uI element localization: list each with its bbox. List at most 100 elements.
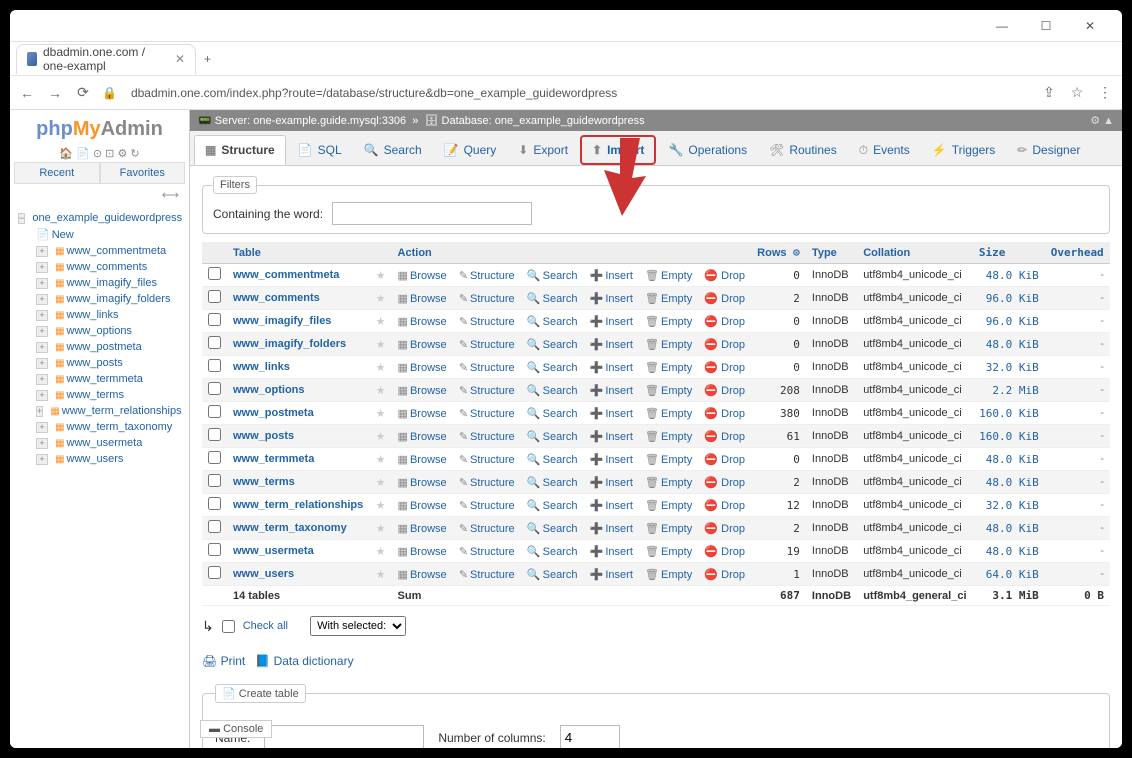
structure-link[interactable]: ✎Structure [459,477,515,489]
favorite-icon[interactable]: ★ [376,477,386,489]
close-button[interactable]: ✕ [1068,11,1112,41]
tab-export[interactable]: ⬇ Export [508,135,578,165]
tree-table[interactable]: + ▦ www_posts [32,355,185,371]
empty-link[interactable]: 🗑Empty [645,546,692,558]
tree-table[interactable]: + ▦ www_commentmeta [32,243,185,259]
empty-link[interactable]: 🗑Empty [645,477,692,489]
browse-link[interactable]: ▦Browse [398,454,447,466]
drop-link[interactable]: ⛔ Drop [704,385,745,397]
table-name[interactable]: www_terms [233,476,295,488]
console-toggle[interactable]: ▬ Console [200,720,272,738]
close-tab-icon[interactable]: ✕ [175,52,185,66]
tree-table[interactable]: + ▦ www_imagify_files [32,275,185,291]
structure-link[interactable]: ✎Structure [459,546,515,558]
structure-link[interactable]: ✎Structure [459,362,515,374]
row-checkbox[interactable] [208,382,221,395]
insert-link[interactable]: ➕Insert [590,270,633,282]
table-name[interactable]: www_termmeta [233,453,314,465]
row-checkbox[interactable] [208,566,221,579]
filter-input[interactable] [332,202,532,225]
search-link[interactable]: 🔍Search [527,454,578,466]
insert-link[interactable]: ➕Insert [590,546,633,558]
drop-link[interactable]: ⛔ Drop [704,569,745,581]
search-link[interactable]: 🔍Search [527,385,578,397]
drop-link[interactable]: ⛔ Drop [704,546,745,558]
new-tab-button[interactable]: + [196,52,219,66]
th-overhead[interactable]: Overhead [1045,242,1110,264]
share-icon[interactable]: ⇪ [1040,84,1058,101]
insert-link[interactable]: ➕Insert [590,339,633,351]
row-checkbox[interactable] [208,267,221,280]
insert-link[interactable]: ➕Insert [590,477,633,489]
search-link[interactable]: 🔍Search [527,431,578,443]
create-cols-input[interactable] [560,725,620,748]
insert-link[interactable]: ➕Insert [590,500,633,512]
row-checkbox[interactable] [208,543,221,556]
drop-link[interactable]: ⛔ Drop [704,431,745,443]
empty-link[interactable]: 🗑Empty [645,362,692,374]
empty-link[interactable]: 🗑Empty [645,293,692,305]
back-button[interactable]: ← [18,85,36,101]
drop-link[interactable]: ⛔ Drop [704,316,745,328]
drop-link[interactable]: ⛔ Drop [704,270,745,282]
tree-table[interactable]: + ▦ www_options [32,323,185,339]
data-dictionary-link[interactable]: 📘 Data dictionary [255,654,353,668]
empty-link[interactable]: 🗑Empty [645,569,692,581]
check-all-box[interactable] [222,620,235,633]
structure-link[interactable]: ✎Structure [459,270,515,282]
favorite-icon[interactable]: ★ [376,270,386,282]
structure-link[interactable]: ✎Structure [459,454,515,466]
browse-link[interactable]: ▦Browse [398,270,447,282]
insert-link[interactable]: ➕Insert [590,362,633,374]
reload-button[interactable]: ⟳ [74,84,92,101]
db-node[interactable]: − one_example_guidewordpress [14,210,185,226]
search-link[interactable]: 🔍Search [527,362,578,374]
tree-table[interactable]: + ▦ www_usermeta [32,435,185,451]
table-name[interactable]: www_users [233,568,294,580]
search-link[interactable]: 🔍Search [527,293,578,305]
search-link[interactable]: 🔍Search [527,569,578,581]
th-rows[interactable]: Rows ⊙ [751,242,806,264]
drop-link[interactable]: ⛔ Drop [704,362,745,374]
tab-designer[interactable]: ✏ Designer [1007,135,1090,165]
table-name[interactable]: www_term_taxonomy [233,522,347,534]
insert-link[interactable]: ➕Insert [590,316,633,328]
favorite-icon[interactable]: ★ [376,339,386,351]
browse-link[interactable]: ▦Browse [398,431,447,443]
drop-link[interactable]: ⛔ Drop [704,454,745,466]
tree-table[interactable]: + ▦ www_users [32,451,185,467]
structure-link[interactable]: ✎Structure [459,569,515,581]
row-checkbox[interactable] [208,336,221,349]
table-name[interactable]: www_postmeta [233,407,314,419]
row-checkbox[interactable] [208,313,221,326]
row-checkbox[interactable] [208,359,221,372]
browse-link[interactable]: ▦Browse [398,569,447,581]
empty-link[interactable]: 🗑Empty [645,500,692,512]
drop-link[interactable]: ⛔ Drop [704,500,745,512]
table-name[interactable]: www_usermeta [233,545,314,557]
favorite-icon[interactable]: ★ [376,454,386,466]
table-name[interactable]: www_imagify_folders [233,338,346,350]
favorite-icon[interactable]: ★ [376,385,386,397]
tab-structure[interactable]: ▦ Structure [194,135,286,165]
tree-table[interactable]: + ▦ www_termmeta [32,371,185,387]
structure-link[interactable]: ✎Structure [459,500,515,512]
structure-link[interactable]: ✎Structure [459,523,515,535]
row-checkbox[interactable] [208,405,221,418]
insert-link[interactable]: ➕Insert [590,408,633,420]
minimize-button[interactable]: — [980,11,1024,41]
check-all-label[interactable]: Check all [243,620,288,632]
browse-link[interactable]: ▦Browse [398,408,447,420]
search-link[interactable]: 🔍Search [527,477,578,489]
search-link[interactable]: 🔍Search [527,339,578,351]
favorite-icon[interactable]: ★ [376,362,386,374]
row-checkbox[interactable] [208,497,221,510]
search-link[interactable]: 🔍Search [527,546,578,558]
search-link[interactable]: 🔍Search [527,523,578,535]
table-name[interactable]: www_options [233,384,305,396]
empty-link[interactable]: 🗑Empty [645,431,692,443]
th-type[interactable]: Type [806,242,857,264]
browse-link[interactable]: ▦Browse [398,362,447,374]
th-table[interactable]: Table [227,242,370,264]
maximize-button[interactable]: ☐ [1024,11,1068,41]
